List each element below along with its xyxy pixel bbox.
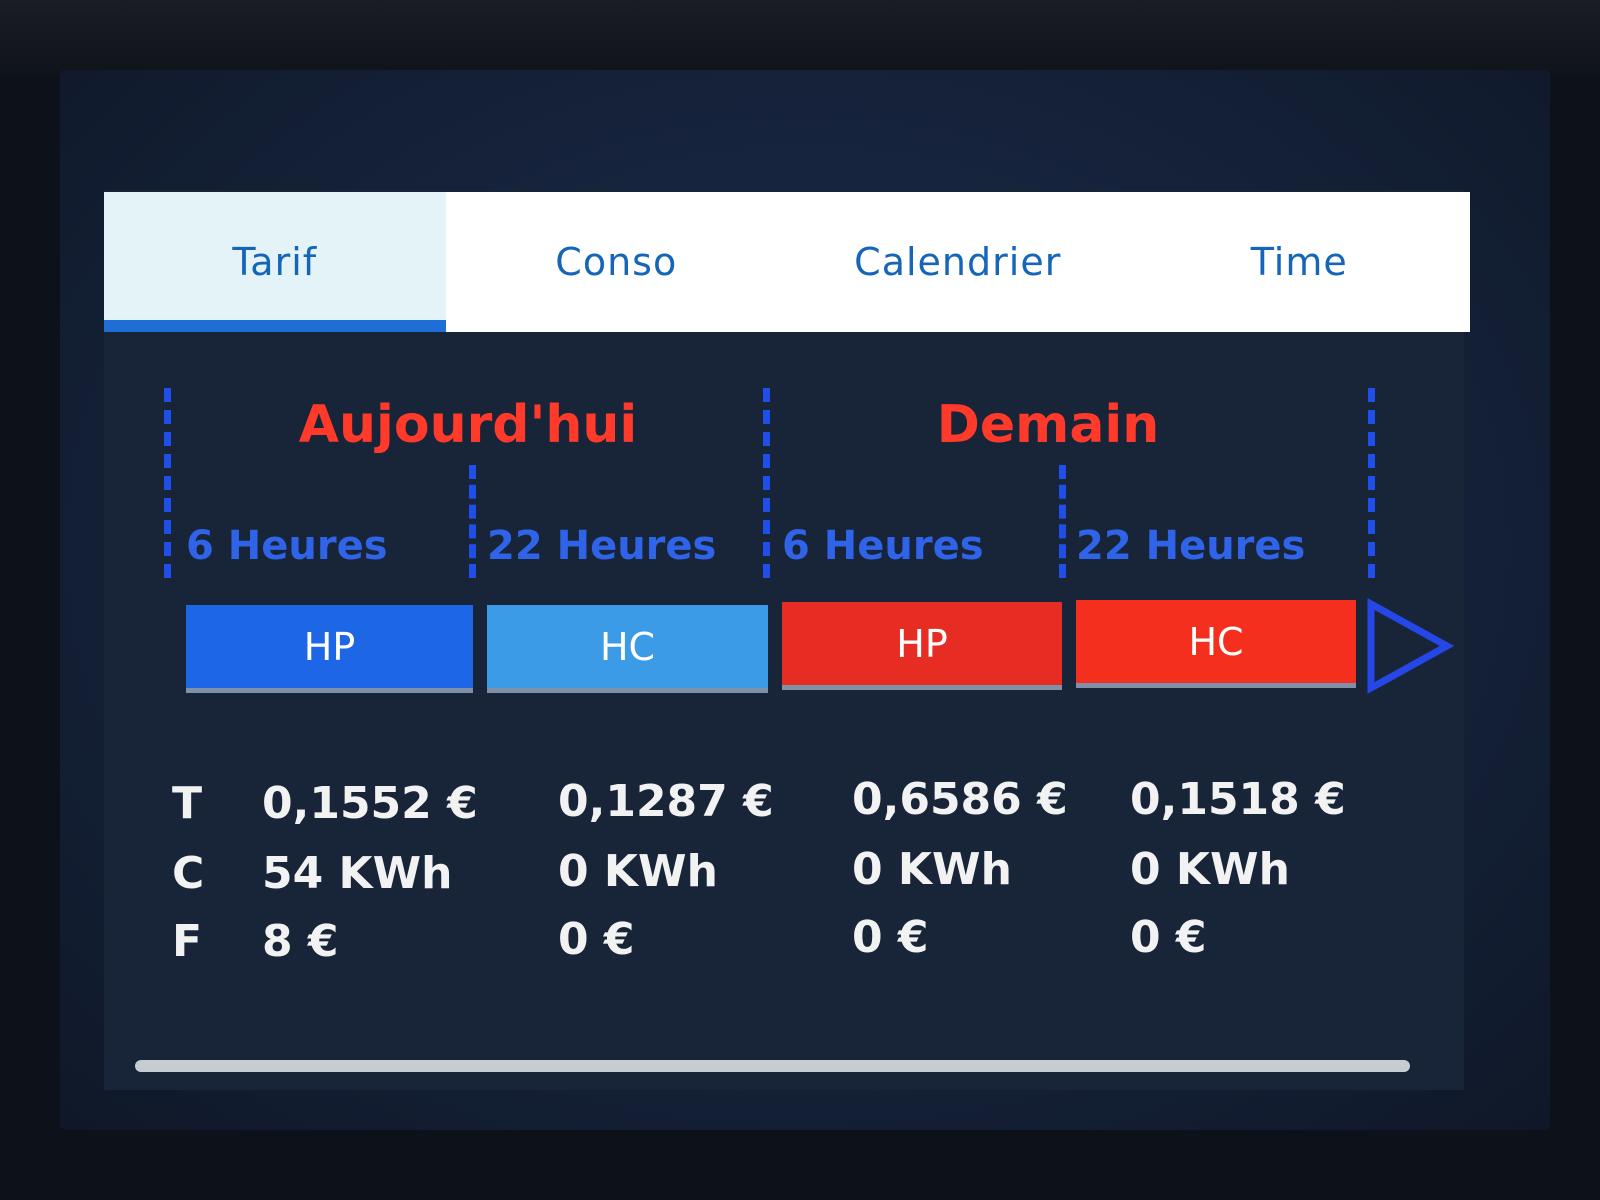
tarif-value: 0,1518 € (1130, 774, 1346, 825)
hour-label: 22 Heures (487, 523, 717, 569)
conso-value: 0 KWh (852, 844, 1012, 895)
day-separator-start (164, 388, 171, 578)
hour-label: 22 Heures (1076, 523, 1306, 569)
row-label-conso: C (172, 848, 205, 899)
hour-label: 6 Heures (186, 523, 388, 569)
tarif-value: 0,1552 € (262, 778, 478, 829)
facture-value: 0 € (852, 912, 929, 963)
day-separator-middle (763, 388, 770, 578)
tariff-block-today-hc: HC (487, 605, 768, 693)
tarif-value: 0,6586 € (852, 774, 1068, 825)
tariff-block-today-hp: HP (186, 605, 473, 693)
hour-label: 6 Heures (782, 523, 984, 569)
monitor-bezel (0, 0, 1600, 75)
conso-value: 0 KWh (1130, 844, 1290, 895)
tab-tarif[interactable]: Tarif (104, 192, 446, 332)
tarif-value: 0,1287 € (558, 776, 774, 827)
facture-value: 0 € (558, 914, 635, 965)
row-label-facture: F (172, 916, 203, 967)
tab-time[interactable]: Time (1129, 192, 1471, 332)
tab-calendrier[interactable]: Calendrier (787, 192, 1129, 332)
row-label-tarif: T (172, 778, 203, 829)
facture-value: 0 € (1130, 912, 1207, 963)
period-separator-today (469, 465, 476, 578)
conso-value: 0 KWh (558, 846, 718, 897)
tariff-block-tomorrow-hp: HP (782, 602, 1062, 690)
tariff-block-tomorrow-hc: HC (1076, 600, 1356, 688)
day-title-tomorrow: Demain (936, 395, 1160, 455)
day-title-today: Aujourd'hui (298, 395, 638, 455)
facture-value: 8 € (262, 916, 339, 967)
play-arrow-icon[interactable] (1365, 598, 1455, 699)
conso-value: 54 KWh (262, 848, 453, 899)
period-separator-tomorrow (1059, 465, 1066, 578)
day-separator-end (1368, 388, 1375, 578)
tab-conso[interactable]: Conso (446, 192, 788, 332)
tab-bar: Tarif Conso Calendrier Time (104, 192, 1470, 332)
horizontal-scrollbar[interactable] (135, 1060, 1410, 1072)
